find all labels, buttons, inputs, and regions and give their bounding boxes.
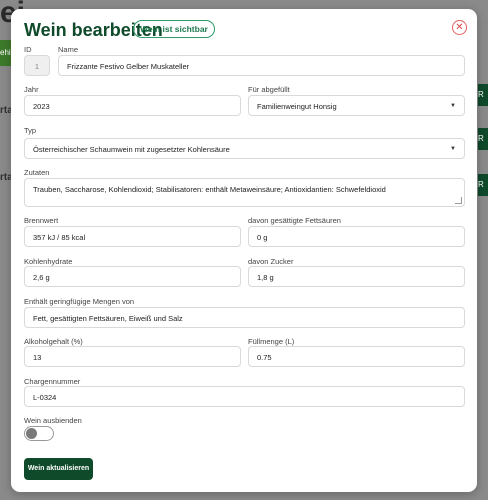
caret-down-icon: ▼ [450, 146, 456, 152]
ausblenden-label: Wein ausbienden [24, 416, 82, 425]
caret-down-icon: ▼ [450, 103, 456, 109]
zutaten-textarea[interactable]: Trauben, Saccharose, Kohlendioxid; Stabi… [24, 178, 465, 207]
kohlenhydrate-field[interactable]: 2,6 g [24, 266, 241, 287]
background-right-button: R C [478, 128, 488, 150]
visibility-badge: Wein ist sichtbar [133, 20, 215, 38]
close-icon[interactable]: ✕ [452, 20, 467, 35]
typ-select[interactable]: Österreichischer Schaumwein mit zugesetz… [24, 138, 465, 159]
mengen-field[interactable]: Fett, gesättigten Fettsäuren, Eiweiß und… [24, 307, 465, 328]
brennwert-field[interactable]: 357 kJ / 85 kcal [24, 226, 241, 247]
zucker-field[interactable]: 1,8 g [248, 266, 465, 287]
charge-field[interactable]: L-0324 [24, 386, 465, 407]
abgefuellt-select[interactable]: Familienweingut Honsig ▼ [248, 95, 465, 116]
typ-value: Österreichischer Schaumwein mit zugesetz… [33, 145, 230, 154]
id-field: 1 [24, 55, 50, 76]
update-wine-button[interactable]: Wein aktualisieren [24, 458, 93, 480]
charge-label: Chargennummer [24, 377, 81, 386]
abgefuellt-value: Familienweingut Honsig [257, 102, 337, 111]
resize-handle-icon[interactable] [455, 197, 462, 204]
background-right-button: R C [478, 174, 488, 196]
fettsaeuren-label: davon gesättigte Fettsäuren [248, 216, 341, 225]
alkohol-label: Alkoholgehalt (%) [24, 337, 83, 346]
abgefuellt-label: Für abgefüllt [248, 85, 290, 94]
fuellmenge-field[interactable]: 0.75 [248, 346, 465, 367]
typ-label: Typ [24, 126, 37, 135]
alkohol-field[interactable]: 13 [24, 346, 241, 367]
zutaten-label: Zutaten [24, 168, 50, 177]
toggle-knob [26, 428, 37, 439]
fettsaeuren-field[interactable]: 0 g [248, 226, 465, 247]
jahr-field[interactable]: 2023 [24, 95, 241, 116]
kohlenhydrate-label: Kohlenhydrate [24, 257, 73, 266]
name-field[interactable]: Frizzante Festivo Gelber Muskateller [58, 55, 465, 76]
zutaten-value: Trauben, Saccharose, Kohlendioxid; Stabi… [33, 185, 386, 194]
hide-wine-toggle[interactable] [24, 426, 54, 441]
background-right-button: R C [478, 84, 488, 106]
mengen-label: Enthält geringfügige Mengen von [24, 297, 135, 306]
fuellmenge-label: Füllmenge (L) [248, 337, 295, 346]
jahr-label: Jahr [24, 85, 39, 94]
id-label: ID [24, 45, 32, 54]
zucker-label: davon Zucker [248, 257, 294, 266]
brennwert-label: Brennwert [24, 216, 59, 225]
name-label: Name [58, 45, 79, 54]
edit-wine-modal: Wein bearbeiten Wein ist sichtbar ✕ ID 1… [11, 9, 477, 492]
